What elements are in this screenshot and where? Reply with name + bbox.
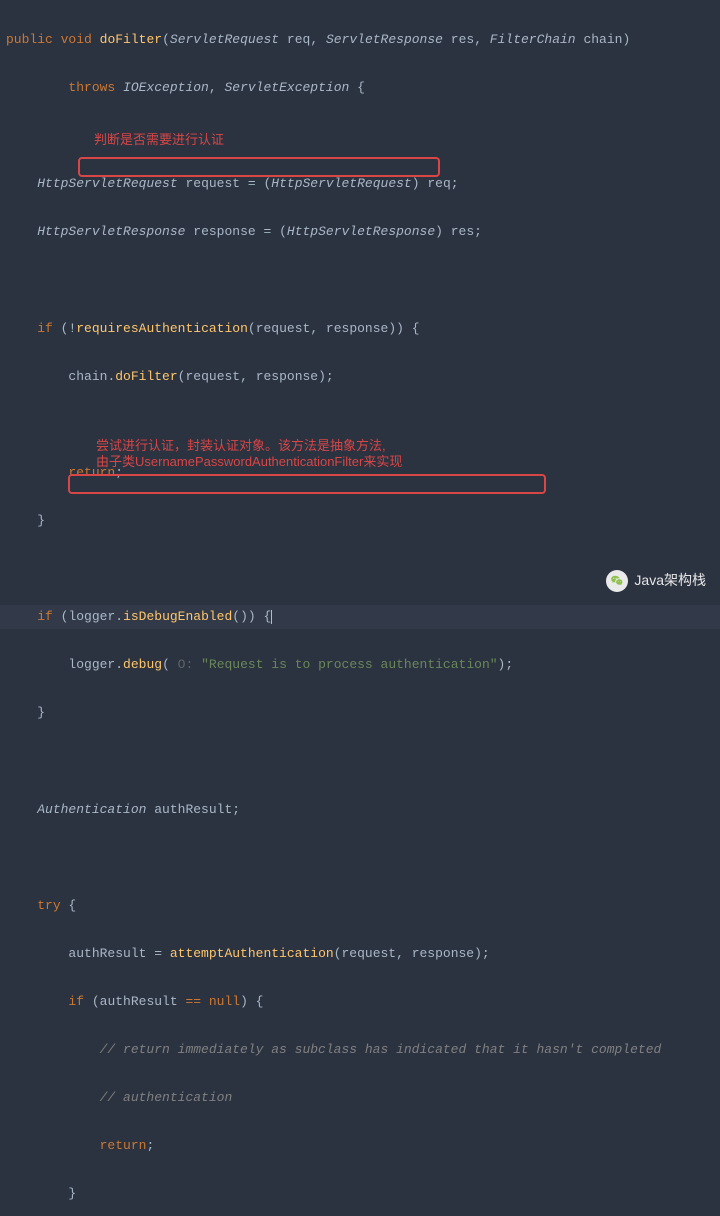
note2-line1: 尝试进行认证，封装认证对象。该方法是抽象方法, bbox=[96, 438, 386, 453]
attempt-arg2: response bbox=[412, 946, 474, 961]
if1-kw: if bbox=[37, 321, 53, 336]
attempt-lhs: authResult bbox=[68, 946, 146, 961]
param1-name: req bbox=[287, 32, 310, 47]
return2: return bbox=[100, 1138, 147, 1153]
comment2: // authentication bbox=[100, 1090, 233, 1105]
if1-arg2: response bbox=[326, 321, 388, 336]
logger-msg: "Request is to process authentication" bbox=[201, 657, 497, 672]
chain-arg2: response bbox=[256, 369, 318, 384]
highlighted-line: if (logger.isDebugEnabled()) { bbox=[0, 605, 720, 629]
decl2-rhs: res bbox=[451, 224, 474, 239]
if3-var: authResult bbox=[100, 994, 178, 1009]
decl2-var: response bbox=[193, 224, 255, 239]
wechat-icon bbox=[606, 570, 628, 592]
decl1-rhs: req bbox=[427, 176, 450, 191]
chain-obj: chain bbox=[68, 369, 107, 384]
auth-var: authResult bbox=[154, 802, 232, 817]
if2-kw: if bbox=[37, 609, 53, 624]
exc2: ServletException bbox=[224, 80, 349, 95]
try-kw: try bbox=[37, 898, 60, 913]
auth-type: Authentication bbox=[37, 802, 146, 817]
if1-call: requiresAuthentication bbox=[76, 321, 248, 336]
annotation-note-1: 判断是否需要进行认证 bbox=[94, 132, 224, 148]
method-name: doFilter bbox=[100, 32, 162, 47]
decl2-cast: HttpServletResponse bbox=[287, 224, 435, 239]
decl1-cast: HttpServletRequest bbox=[271, 176, 411, 191]
kw-public: public bbox=[6, 32, 53, 47]
decl2-type: HttpServletResponse bbox=[37, 224, 185, 239]
comment1: // return immediately as subclass has in… bbox=[100, 1042, 662, 1057]
annotation-box-2 bbox=[68, 474, 546, 494]
kw-void: void bbox=[61, 32, 92, 47]
decl1-var: request bbox=[185, 176, 240, 191]
chain-arg1: request bbox=[185, 369, 240, 384]
param2-type: ServletResponse bbox=[326, 32, 443, 47]
param1-type: ServletRequest bbox=[170, 32, 279, 47]
if3-kw: if bbox=[68, 994, 84, 1009]
param-hint: O: bbox=[178, 657, 194, 672]
note2-line2: 由子类UsernamePasswordAuthenticationFilter来… bbox=[96, 454, 402, 469]
logger-check: isDebugEnabled bbox=[123, 609, 232, 624]
code-block: public void doFilter(ServletRequest req,… bbox=[0, 0, 720, 1216]
annotation-box-1 bbox=[78, 157, 440, 177]
watermark-text: Java架构栈 bbox=[634, 568, 706, 594]
if3-eqnull: == null bbox=[185, 994, 240, 1009]
attempt-arg1: request bbox=[341, 946, 396, 961]
attempt-method: attemptAuthentication bbox=[170, 946, 334, 961]
logger-obj: logger bbox=[68, 609, 115, 624]
watermark: Java架构栈 bbox=[606, 568, 706, 594]
annotation-note-2: 尝试进行认证，封装认证对象。该方法是抽象方法,由子类UsernamePasswo… bbox=[96, 438, 456, 471]
logger-obj2: logger bbox=[68, 657, 115, 672]
param3-type: FilterChain bbox=[490, 32, 576, 47]
param3-name: chain bbox=[583, 32, 622, 47]
logger-debug: debug bbox=[123, 657, 162, 672]
param2-name: res bbox=[451, 32, 474, 47]
kw-throws: throws bbox=[68, 80, 115, 95]
text-cursor bbox=[271, 610, 272, 624]
chain-method: doFilter bbox=[115, 369, 177, 384]
exc1: IOException bbox=[123, 80, 209, 95]
if1-arg1: request bbox=[256, 321, 311, 336]
decl1-type: HttpServletRequest bbox=[37, 176, 177, 191]
